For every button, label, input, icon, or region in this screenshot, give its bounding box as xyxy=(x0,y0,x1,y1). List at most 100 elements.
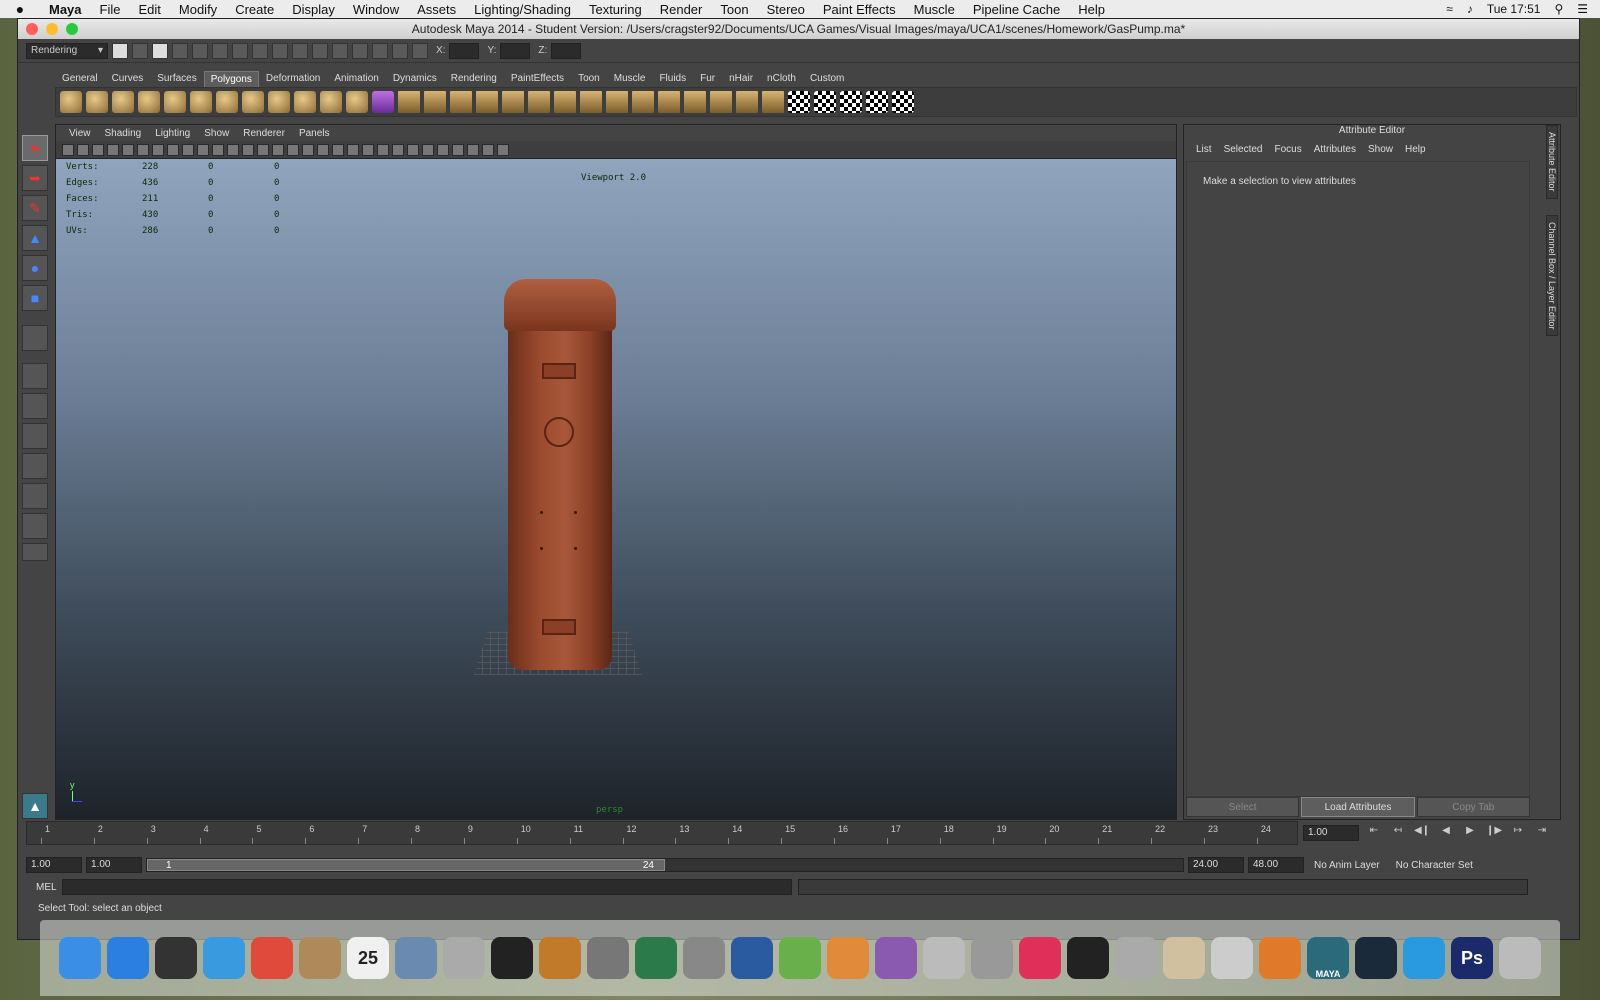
menu-file[interactable]: File xyxy=(91,2,130,17)
graph-persp-layout-icon[interactable] xyxy=(22,453,48,479)
hypershade-persp-layout-icon[interactable] xyxy=(22,483,48,509)
fill-hole-icon[interactable] xyxy=(606,91,628,113)
dock-paint-icon[interactable] xyxy=(1163,937,1205,979)
dock-photos-icon[interactable] xyxy=(587,937,629,979)
scale-tool-icon[interactable]: ■ xyxy=(22,285,48,311)
viewport-menu-lighting[interactable]: Lighting xyxy=(148,128,197,139)
playback-end-field[interactable]: 24.00 xyxy=(1188,857,1244,873)
viewport-tool-icon[interactable] xyxy=(302,143,314,156)
viewport-tool-icon[interactable] xyxy=(122,143,134,156)
go-to-end-icon[interactable]: ⇥ xyxy=(1533,825,1551,841)
poly-sphere-icon[interactable] xyxy=(60,91,82,113)
dock-preview-icon[interactable] xyxy=(395,937,437,979)
split-icon[interactable] xyxy=(476,91,498,113)
poke-icon[interactable] xyxy=(684,91,706,113)
paint-select-tool-icon[interactable]: ✎ xyxy=(22,195,48,221)
dock-app-store-icon[interactable] xyxy=(107,937,149,979)
toolbox-collapse-icon[interactable] xyxy=(22,543,48,561)
viewport-tool-icon[interactable] xyxy=(152,143,164,156)
viewport-tool-icon[interactable] xyxy=(392,143,404,156)
tab-fluids[interactable]: Fluids xyxy=(652,70,693,87)
dock-garageband-icon[interactable] xyxy=(539,937,581,979)
tab-rendering[interactable]: Rendering xyxy=(444,70,504,87)
viewport-tool-icon[interactable] xyxy=(347,143,359,156)
viewport-tool-icon[interactable] xyxy=(212,143,224,156)
render-view-icon[interactable] xyxy=(332,42,348,59)
separate-icon[interactable] xyxy=(320,91,342,113)
attr-menu-focus[interactable]: Focus xyxy=(1268,144,1307,155)
outliner-graph-layout-icon[interactable] xyxy=(22,513,48,539)
apple-menu-icon[interactable]: ● xyxy=(0,1,40,17)
time-slider[interactable]: 1 2 3 4 5 6 7 8 9 10 11 12 13 14 15 16 17 18 19 20 21 22 23 24 xyxy=(26,821,1298,845)
tab-deformation[interactable]: Deformation xyxy=(259,70,327,87)
menu-display[interactable]: Display xyxy=(283,2,344,17)
viewport-menu-renderer[interactable]: Renderer xyxy=(236,128,292,139)
rotate-tool-icon[interactable]: ● xyxy=(22,255,48,281)
dock-installer-icon[interactable] xyxy=(1115,937,1157,979)
step-forward-frame-icon[interactable]: ❙▶ xyxy=(1485,825,1503,841)
tab-curves[interactable]: Curves xyxy=(105,70,151,87)
poly-pipe-icon[interactable] xyxy=(242,91,264,113)
history-icon[interactable] xyxy=(312,42,328,59)
dock-imovie-icon[interactable] xyxy=(491,937,533,979)
four-view-layout-icon[interactable] xyxy=(22,393,48,419)
render-settings-icon[interactable] xyxy=(392,42,408,59)
viewport-tool-icon[interactable] xyxy=(497,143,509,156)
dock-preview2-icon[interactable] xyxy=(1211,937,1253,979)
viewport-tool-icon[interactable] xyxy=(377,143,389,156)
dock-edge-icon[interactable] xyxy=(875,937,917,979)
gas-pump-model[interactable] xyxy=(504,279,616,670)
viewport-tool-icon[interactable] xyxy=(437,143,449,156)
tab-polygons[interactable]: Polygons xyxy=(203,71,259,87)
playback-start-field[interactable]: 1.00 xyxy=(86,857,142,873)
dock-ibooks-icon[interactable] xyxy=(1259,937,1301,979)
notification-center-icon[interactable]: ☰ xyxy=(1577,2,1588,16)
dock-word-icon[interactable] xyxy=(731,937,773,979)
tab-custom[interactable]: Custom xyxy=(803,70,851,87)
combine-icon[interactable] xyxy=(294,91,316,113)
append-icon[interactable] xyxy=(450,91,472,113)
checker-uv2-icon[interactable] xyxy=(814,91,836,113)
viewport-tool-icon[interactable] xyxy=(257,143,269,156)
viewport-tool-icon[interactable] xyxy=(197,143,209,156)
select-component-icon[interactable] xyxy=(212,42,228,59)
attr-menu-show[interactable]: Show xyxy=(1362,144,1399,155)
viewport-tool-icon[interactable] xyxy=(407,143,419,156)
menu-edit[interactable]: Edit xyxy=(129,2,169,17)
y-field[interactable] xyxy=(500,42,531,59)
dock-safari-icon[interactable] xyxy=(203,937,245,979)
step-back-frame-icon[interactable]: ◀❙ xyxy=(1413,825,1431,841)
menu-maya[interactable]: Maya xyxy=(40,2,91,17)
select-tool-icon[interactable]: ➤ xyxy=(22,135,48,161)
z-field[interactable] xyxy=(551,42,582,59)
attr-menu-attributes[interactable]: Attributes xyxy=(1308,144,1362,155)
viewport-tool-icon[interactable] xyxy=(242,143,254,156)
outliner-persp-layout-icon[interactable] xyxy=(22,423,48,449)
viewport-tool-icon[interactable] xyxy=(137,143,149,156)
character-set-dropdown[interactable]: No Character Set xyxy=(1390,860,1479,871)
select-hierarchy-icon[interactable] xyxy=(172,42,188,59)
spotlight-search-icon[interactable]: ⚲ xyxy=(1554,2,1563,16)
menu-render[interactable]: Render xyxy=(651,2,712,17)
dock-steam-icon[interactable] xyxy=(1355,937,1397,979)
mel-input[interactable] xyxy=(62,879,792,895)
sculpt-icon[interactable] xyxy=(762,91,784,113)
viewport-tool-icon[interactable] xyxy=(317,143,329,156)
x-field[interactable] xyxy=(449,42,480,59)
insert-edge-loop-icon[interactable] xyxy=(502,91,524,113)
menu-paint-effects[interactable]: Paint Effects xyxy=(814,2,905,17)
tab-channel-box-layer-editor[interactable]: Channel Box / Layer Editor xyxy=(1546,214,1558,337)
load-attributes-button[interactable]: Load Attributes xyxy=(1301,797,1415,817)
viewport-canvas[interactable]: Verts: 228 0 0 Edges: 436 0 0 Faces: 211 0 0 Tris: 43… xyxy=(56,159,1176,819)
menu-pipeline-cache[interactable]: Pipeline Cache xyxy=(964,2,1069,17)
viewport-tool-icon[interactable] xyxy=(482,143,494,156)
last-tool-icon[interactable] xyxy=(22,325,48,351)
open-scene-icon[interactable] xyxy=(132,42,148,59)
menuset-dropdown[interactable]: Rendering ▾ xyxy=(26,42,108,59)
move-tool-icon[interactable]: ▲ xyxy=(22,225,48,251)
play-backward-icon[interactable]: ◀ xyxy=(1437,825,1455,841)
range-end-field[interactable]: 48.00 xyxy=(1248,857,1304,873)
bridge-icon[interactable] xyxy=(424,91,446,113)
viewport-tool-icon[interactable] xyxy=(167,143,179,156)
duplicate-face-icon[interactable] xyxy=(710,91,732,113)
